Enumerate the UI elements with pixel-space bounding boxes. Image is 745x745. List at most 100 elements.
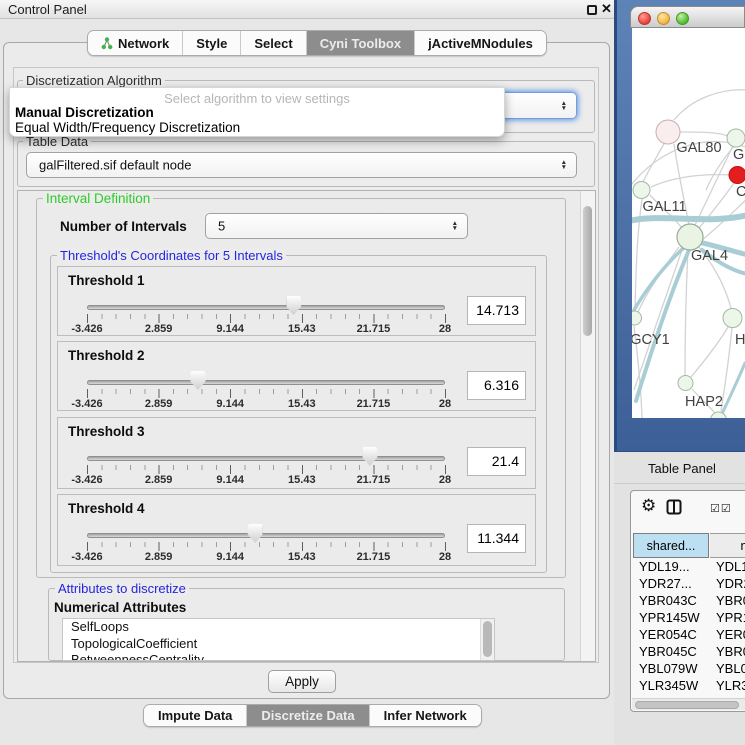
tab-cyni-toolbox[interactable]: Cyni Toolbox — [306, 31, 414, 55]
node-gcy1[interactable] — [632, 311, 642, 325]
checkbox-icons[interactable]: ☑☑ — [710, 502, 732, 515]
interval-definition-group-label: Interval Definition — [43, 191, 153, 206]
stepper-arrows-icon[interactable]: ▲▼ — [452, 221, 458, 231]
node-hap2[interactable] — [678, 376, 693, 391]
slider-tick-marks — [87, 465, 446, 474]
threshold-1-label: Threshold 1 — [68, 273, 145, 288]
threshold-3-slider-thumb[interactable] — [362, 447, 377, 466]
slider-tick-marks — [87, 542, 446, 551]
table-row[interactable]: YPR145WYPR1 — [633, 610, 745, 627]
network-canvas[interactable]: GAL80 G C GAL11 GAL4 GCY1 H HAP2 — [632, 28, 745, 418]
node-top-right[interactable] — [727, 129, 745, 147]
threshold-1-value-field[interactable]: 14.713 — [467, 296, 526, 325]
table-data-value: galFiltered.sif default node — [39, 158, 191, 173]
threshold-4-slider-track[interactable] — [87, 533, 445, 538]
list-item[interactable]: SelfLoops — [63, 619, 494, 636]
table-row[interactable]: YBR043CYBR0 — [633, 593, 745, 610]
node-gal4[interactable] — [677, 224, 703, 250]
tab-jactivemnodules[interactable]: jActiveMNodules — [414, 31, 546, 55]
threshold-3-slider-track[interactable] — [87, 456, 445, 461]
number-of-intervals-combobox[interactable]: 5 ▲▼ — [205, 213, 468, 239]
threshold-2-slider-track[interactable] — [87, 380, 445, 385]
table-row[interactable]: YDL19...YDL1 — [633, 559, 745, 576]
vertical-scrollbar[interactable] — [580, 191, 595, 661]
table-row[interactable]: YDR27...YDR2 — [633, 576, 745, 593]
table-row[interactable]: YBR045CYBR0 — [633, 644, 745, 661]
column-header-shared-name[interactable]: shared... — [633, 533, 709, 558]
table-row[interactable]: YER054CYER0 — [633, 627, 745, 644]
node-gal11[interactable] — [633, 182, 650, 199]
close-icon[interactable]: ✕ — [601, 1, 612, 17]
top-tab-bar: Network Style Select Cyni Toolbox jActiv… — [87, 30, 547, 56]
node-label: G — [733, 147, 744, 163]
dropdown-option-manual[interactable]: Manual Discretization — [15, 105, 154, 120]
scrollbar-thumb[interactable] — [483, 621, 492, 657]
threshold-2-panel: Threshold 2 -3.426 2.859 9.144 15.43 21.… — [57, 341, 536, 411]
dropdown-option-equal-width[interactable]: Equal Width/Frequency Discretization — [15, 120, 240, 135]
horizontal-scrollbar[interactable] — [632, 698, 745, 710]
threshold-2-slider-thumb[interactable] — [190, 371, 205, 390]
table-row[interactable]: YLR345WYLR3 — [633, 678, 745, 695]
split-columns-icon[interactable] — [666, 499, 682, 515]
node-red[interactable] — [729, 167, 745, 184]
attributes-group-label: Attributes to discretize — [55, 581, 189, 596]
apply-button[interactable]: Apply — [268, 670, 336, 693]
table-row[interactable]: YBL079WYBL0 — [633, 661, 745, 678]
bottom-tab-bar: Impute Data Discretize Data Infer Networ… — [143, 704, 482, 727]
thresholds-group-label: Threshold's Coordinates for 5 Intervals — [57, 248, 286, 263]
divider — [614, 483, 745, 484]
tab-network-label: Network — [118, 36, 169, 51]
minimize-traffic-light[interactable] — [657, 12, 670, 25]
window-title: Control Panel — [8, 2, 87, 17]
algorithm-dropdown-popup: Select algorithm to view settings Manual… — [9, 87, 505, 137]
table-data-combobox[interactable]: galFiltered.sif default node ▲▼ — [26, 152, 577, 178]
control-panel-titlebar: Control Panel — [0, 0, 614, 19]
threshold-4-label: Threshold 4 — [68, 501, 145, 516]
scrollbar-thumb[interactable] — [635, 701, 739, 709]
node-labels: GAL80 G C GAL11 GAL4 GCY1 H HAP2 — [632, 140, 745, 410]
tab-select[interactable]: Select — [240, 31, 305, 55]
gear-icon[interactable]: ⚙ — [641, 496, 656, 515]
slider-tick-marks — [87, 314, 446, 323]
node-label: GAL11 — [642, 199, 686, 215]
network-window-titlebar — [630, 6, 745, 28]
tab-style[interactable]: Style — [182, 31, 240, 55]
close-traffic-light[interactable] — [638, 12, 651, 25]
threshold-4-value-field[interactable]: 11.344 — [467, 524, 526, 553]
node-label: GAL4 — [691, 248, 728, 264]
numerical-attributes-label: Numerical Attributes — [54, 600, 186, 615]
tab-infer-network[interactable]: Infer Network — [369, 705, 481, 726]
list-item[interactable]: BetweennessCentrality — [63, 652, 494, 661]
stepper-arrows-icon[interactable]: ▲▼ — [561, 160, 567, 170]
stepper-arrows-icon[interactable]: ▲▼ — [561, 101, 567, 111]
dropdown-hint: Select algorithm to view settings — [10, 91, 504, 106]
numerical-attributes-list: SelfLoops TopologicalCoefficient Between… — [62, 618, 495, 661]
threshold-1-slider-thumb[interactable] — [286, 296, 301, 315]
zoom-traffic-light[interactable] — [676, 12, 689, 25]
threshold-2-label: Threshold 2 — [68, 348, 145, 363]
threshold-3-value-field[interactable]: 21.4 — [467, 447, 526, 476]
node-bottom[interactable] — [711, 412, 727, 418]
column-header-name[interactable]: na — [710, 533, 745, 558]
node-h[interactable] — [723, 309, 742, 328]
scrollbar-thumb[interactable] — [583, 206, 592, 336]
node-label: H — [735, 332, 745, 348]
network-graph: GAL80 G C GAL11 GAL4 GCY1 H HAP2 — [632, 28, 745, 418]
maximize-icon[interactable] — [587, 5, 597, 15]
threshold-1-slider-track[interactable] — [87, 305, 445, 310]
node-label: GCY1 — [632, 332, 670, 348]
threshold-3-label: Threshold 3 — [68, 424, 145, 439]
list-item[interactable]: TopologicalCoefficient — [63, 636, 494, 653]
tab-discretize-data[interactable]: Discretize Data — [246, 705, 368, 726]
slider-tick-marks — [87, 389, 446, 398]
discretization-algorithm-group-label: Discretization Algorithm — [23, 73, 165, 88]
threshold-2-value-field[interactable]: 6.316 — [467, 371, 526, 400]
list-scrollbar[interactable] — [480, 619, 494, 660]
threshold-4-slider-thumb[interactable] — [248, 524, 263, 543]
table-panel-title: Table Panel — [648, 461, 716, 476]
tab-impute-data[interactable]: Impute Data — [144, 705, 246, 726]
number-of-intervals-value: 5 — [218, 219, 225, 234]
tab-network[interactable]: Network — [88, 31, 182, 55]
screen: Control Panel ✕ Network Style Select Cyn… — [0, 0, 745, 745]
node-table: ⚙ ☑☑ shared... na YDL19...YDL1 YDR27...Y… — [630, 490, 745, 712]
